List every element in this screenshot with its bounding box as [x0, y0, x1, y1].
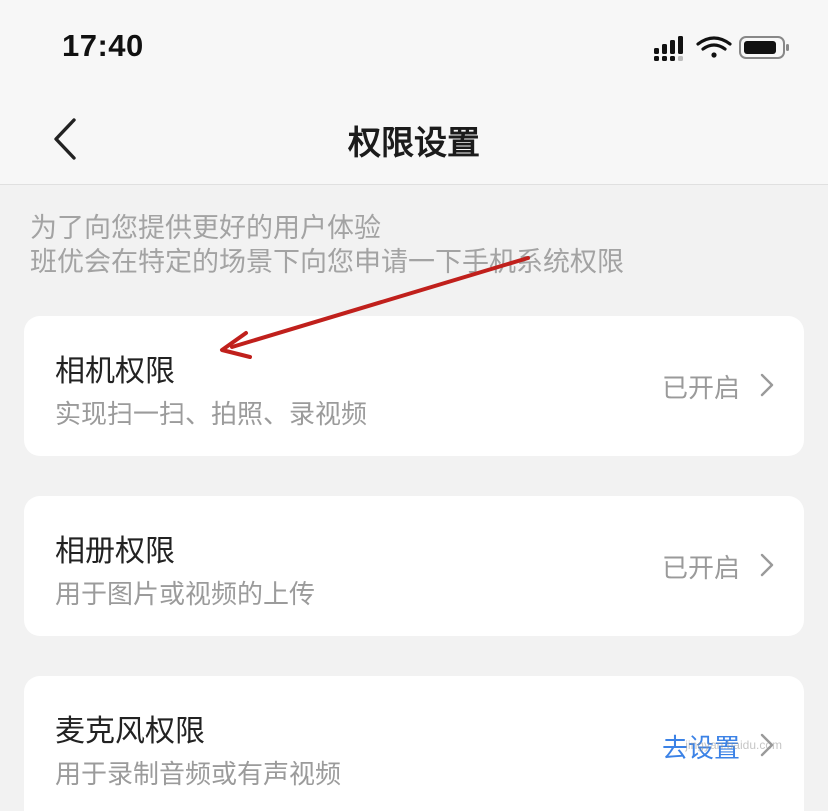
permission-desc: 用于图片或视频的上传 — [55, 580, 316, 610]
intro-text: 为了向您提供更好的用户体验 班优会在特定的场景下向您申请一下手机系统权限 — [30, 212, 624, 280]
intro-line-1: 为了向您提供更好的用户体验 — [30, 213, 381, 244]
wifi-icon — [696, 36, 732, 58]
permission-title: 麦克风权限 — [55, 714, 205, 749]
chevron-right-icon — [760, 373, 774, 397]
permission-desc: 用于录制音频或有声视频 — [55, 760, 342, 790]
chevron-right-icon — [760, 553, 774, 577]
permission-album[interactable]: 相册权限 用于图片或视频的上传 已开启 — [24, 496, 804, 636]
permission-title: 相册权限 — [55, 534, 175, 569]
status-time: 17:40 — [62, 28, 144, 63]
signal-icon — [654, 36, 683, 61]
intro-line-2: 班优会在特定的场景下向您申请一下手机系统权限 — [30, 247, 624, 278]
status-bar: 17:40 — [0, 0, 828, 96]
permission-status: 已开启 — [661, 374, 740, 404]
status-icons — [654, 34, 794, 66]
nav-bar: 权限设置 — [0, 96, 828, 185]
battery-icon — [739, 36, 789, 59]
permission-title: 相机权限 — [55, 354, 175, 389]
permission-status: 已开启 — [661, 554, 740, 584]
watermark: jingyan.baidu.com — [685, 738, 782, 752]
page-title: 权限设置 — [348, 123, 480, 162]
permission-desc: 实现扫一扫、拍照、录视频 — [55, 400, 368, 430]
permission-camera[interactable]: 相机权限 实现扫一扫、拍照、录视频 已开启 — [24, 316, 804, 456]
